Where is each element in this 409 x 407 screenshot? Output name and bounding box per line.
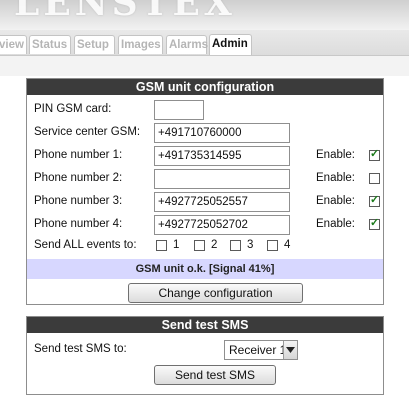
phone-row-2: Phone number 2: Enable: bbox=[27, 168, 383, 190]
page-bottom bbox=[0, 395, 409, 407]
tab-admin[interactable]: Admin bbox=[209, 34, 252, 56]
event-target-2-label: 2 bbox=[211, 239, 218, 251]
send-to-row: Send test SMS to: Receiver 1 bbox=[27, 339, 383, 361]
pin-label: PIN GSM card: bbox=[34, 103, 112, 115]
phone-2-enable-checkbox[interactable] bbox=[369, 173, 380, 184]
phone-row-3: Phone number 3: +4927725052557 Enable: bbox=[27, 191, 383, 213]
app-logo-title: LENSTEX bbox=[14, 0, 236, 24]
tab-content-strip bbox=[0, 55, 409, 76]
phone-4-label: Phone number 4: bbox=[34, 218, 123, 230]
event-target-3-checkbox[interactable] bbox=[230, 240, 241, 251]
phone-1-label: Phone number 1: bbox=[34, 149, 123, 161]
chevron-down-icon[interactable] bbox=[283, 341, 297, 359]
event-target-1-checkbox[interactable] bbox=[156, 240, 167, 251]
pin-input[interactable] bbox=[154, 100, 204, 120]
phone-4-enable-checkbox[interactable] bbox=[369, 216, 380, 230]
phone-3-input[interactable]: +4927725052557 bbox=[154, 192, 290, 212]
event-target-4-label: 4 bbox=[284, 239, 291, 251]
tab-bar: view Status Setup Images Alarms Admin bbox=[0, 30, 409, 56]
event-target-4-checkbox[interactable] bbox=[267, 240, 278, 251]
tab-images[interactable]: Images bbox=[118, 35, 163, 54]
event-target-3-label: 3 bbox=[247, 239, 254, 251]
send-all-label: Send ALL events to: bbox=[34, 239, 137, 251]
phone-1-input[interactable]: +491735314595 bbox=[154, 146, 290, 166]
gsm-status-text: GSM unit o.k. [Signal 41%] bbox=[27, 259, 383, 279]
tab-overview[interactable]: view bbox=[0, 35, 27, 54]
event-target-1-label: 1 bbox=[173, 239, 180, 251]
header-banner: LENSTEX bbox=[0, 0, 409, 30]
phone-row-1: Phone number 1: +491735314595 Enable: bbox=[27, 145, 383, 167]
gsm-config-panel: GSM unit configuration PIN GSM card: Ser… bbox=[26, 78, 384, 305]
tab-setup[interactable]: Setup bbox=[74, 35, 115, 54]
send-test-sms-button[interactable]: Send test SMS bbox=[154, 365, 276, 385]
phone-1-enable-checkbox[interactable] bbox=[369, 147, 380, 161]
receiver-selected-value: Receiver 1 bbox=[229, 343, 287, 357]
phone-3-enable-label: Enable: bbox=[316, 195, 356, 207]
phone-row-4: Phone number 4: +4927725052702 Enable: bbox=[27, 214, 383, 236]
phone-2-input[interactable] bbox=[154, 169, 290, 189]
tab-status[interactable]: Status bbox=[29, 35, 71, 54]
phone-3-label: Phone number 3: bbox=[34, 195, 123, 207]
phone-3-enable-checkbox[interactable] bbox=[369, 193, 380, 207]
send-test-sms-panel: Send test SMS Send test SMS to: Receiver… bbox=[26, 316, 384, 395]
pin-row: PIN GSM card: bbox=[27, 99, 383, 121]
receiver-select[interactable]: Receiver 1 bbox=[224, 340, 298, 360]
service-center-label: Service center GSM: bbox=[34, 126, 141, 138]
service-center-input[interactable]: +491710760000 bbox=[154, 123, 290, 143]
change-configuration-button[interactable]: Change configuration bbox=[128, 283, 303, 303]
phone-1-enable-label: Enable: bbox=[316, 149, 356, 161]
phone-4-input[interactable]: +4927725052702 bbox=[154, 215, 290, 235]
phone-2-enable-label: Enable: bbox=[316, 172, 356, 184]
tab-alarms[interactable]: Alarms bbox=[166, 35, 208, 54]
phone-4-enable-label: Enable: bbox=[316, 218, 356, 230]
phone-2-label: Phone number 2: bbox=[34, 172, 123, 184]
event-target-2-checkbox[interactable] bbox=[194, 240, 205, 251]
gsm-config-heading: GSM unit configuration bbox=[27, 79, 383, 95]
send-all-row: Send ALL events to: 1 2 3 4 bbox=[27, 235, 383, 257]
send-to-label: Send test SMS to: bbox=[34, 343, 127, 355]
send-test-sms-heading: Send test SMS bbox=[27, 317, 383, 333]
service-center-row: Service center GSM: +491710760000 bbox=[27, 122, 383, 144]
